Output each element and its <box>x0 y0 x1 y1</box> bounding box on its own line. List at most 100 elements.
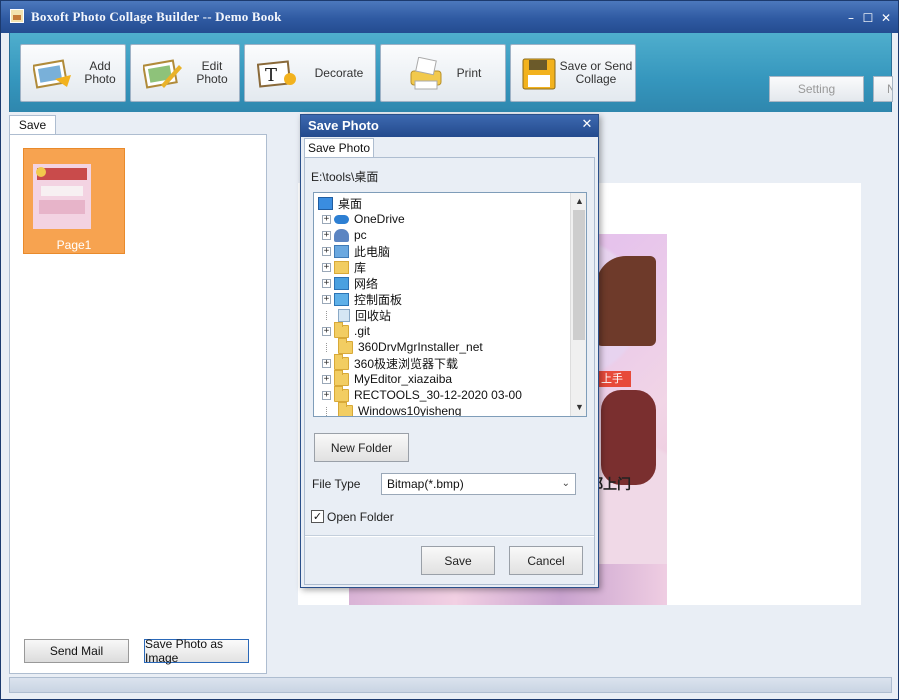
next-button[interactable]: N <box>873 76 893 102</box>
send-mail-button[interactable]: Send Mail <box>24 639 129 663</box>
expand-icon[interactable]: + <box>322 278 331 288</box>
tree-label: Windows10yisheng <box>358 404 462 417</box>
decorate-button[interactable]: T Decorate <box>244 44 376 102</box>
minimize-icon[interactable]: – <box>844 11 858 25</box>
folder-icon <box>334 385 349 402</box>
expand-icon[interactable]: + <box>322 214 331 224</box>
save-or-send-collage-button[interactable]: Save or Send Collage <box>510 44 636 102</box>
decorate-icon: T <box>257 60 296 88</box>
new-folder-button[interactable]: New Folder <box>314 433 409 462</box>
folder-icon <box>334 321 349 338</box>
computer-icon <box>334 244 349 258</box>
tree-label: 桌面 <box>338 196 363 211</box>
expand-icon[interactable]: + <box>322 358 331 368</box>
save-or-send-label: Save or Send Collage <box>559 59 633 86</box>
file-type-select[interactable]: Bitmap(*.bmp) ⌄ <box>381 473 576 495</box>
chevron-down-icon: ⌄ <box>561 478 570 489</box>
tree-label: 此电脑 <box>354 244 391 259</box>
tree-row[interactable]: 360DrvMgrInstaller_net <box>326 337 483 355</box>
user-icon <box>334 228 349 242</box>
tree-row[interactable]: + pc <box>322 227 367 243</box>
desktop-icon <box>318 196 333 210</box>
expand-icon[interactable]: + <box>322 390 331 400</box>
thumbnail-image <box>33 164 91 229</box>
tree-row[interactable]: + RECTOOLS_30-12-2020 03-00 <box>322 385 522 403</box>
file-type-value: Bitmap(*.bmp) <box>387 477 464 491</box>
tree-connector <box>326 406 335 416</box>
expand-icon[interactable]: + <box>322 230 331 240</box>
cancel-button[interactable]: Cancel <box>509 546 583 575</box>
tab-save[interactable]: Save <box>9 115 56 135</box>
tree-label: RECTOOLS_30-12-2020 03-00 <box>354 388 522 402</box>
app-icon <box>10 9 24 23</box>
tree-label: 360极速浏览器下载 <box>354 356 459 371</box>
print-label: Print <box>456 65 482 80</box>
open-folder-checkbox[interactable]: ✓ <box>311 510 324 523</box>
open-folder-label: Open Folder <box>327 510 394 524</box>
edit-photo-button[interactable]: Edit Photo <box>130 44 240 102</box>
save-button[interactable]: Save <box>421 546 495 575</box>
tree-connector <box>326 310 335 320</box>
tree-row[interactable]: + 控制面板 <box>322 291 402 307</box>
folder-icon <box>338 337 353 354</box>
svg-text:T: T <box>265 65 277 86</box>
dialog-body: E:\tools\桌面 桌面 + OneDrive + pc + 此电脑 + 库… <box>304 157 595 585</box>
tree-row[interactable]: + 网络 <box>322 275 378 291</box>
dialog-close-icon[interactable]: ✕ <box>580 118 594 132</box>
tree-label: 网络 <box>354 276 379 291</box>
tree-label: 回收站 <box>355 308 392 323</box>
window-title: Boxoft Photo Collage Builder -- Demo Boo… <box>31 9 282 24</box>
tree-label: 控制面板 <box>354 292 403 307</box>
decorate-label: Decorate <box>314 65 364 80</box>
expand-icon[interactable]: + <box>322 326 331 336</box>
edit-photo-icon <box>143 59 182 89</box>
title-bar: Boxoft Photo Collage Builder -- Demo Boo… <box>1 1 898 33</box>
print-button[interactable]: Print <box>380 44 506 102</box>
tree-row[interactable]: + 库 <box>322 259 366 275</box>
tree-label: pc <box>354 228 367 242</box>
thumbnail-caption: Page1 <box>56 238 92 252</box>
scroll-down-icon[interactable]: ▼ <box>571 399 586 415</box>
network-icon <box>334 276 349 290</box>
tree-label: .git <box>354 324 371 338</box>
photo-decoration <box>601 390 656 485</box>
tree-row[interactable]: + 此电脑 <box>322 243 390 259</box>
current-path: E:\tools\桌面 <box>311 170 379 184</box>
file-type-label: File Type <box>312 477 361 491</box>
setting-button[interactable]: Setting <box>769 76 864 102</box>
close-icon[interactable]: ✕ <box>879 11 893 25</box>
add-photo-button[interactable]: Add Photo <box>20 44 126 102</box>
expand-icon[interactable]: + <box>322 262 331 272</box>
tree-label: 库 <box>354 260 367 275</box>
expand-icon[interactable]: + <box>322 294 331 304</box>
tree-label: MyEditor_xiazaiba <box>354 372 453 386</box>
add-photo-icon <box>33 59 71 89</box>
scroll-up-icon[interactable]: ▲ <box>571 193 586 209</box>
folder-tree[interactable]: 桌面 + OneDrive + pc + 此电脑 + 库 + 网络 + 控制面板… <box>313 192 587 417</box>
tree-row[interactable]: Windows10yisheng <box>326 401 462 417</box>
recycle-bin-icon <box>338 308 350 322</box>
printer-icon <box>410 57 442 90</box>
expand-icon[interactable]: + <box>322 246 331 256</box>
photo-decoration <box>596 256 656 346</box>
tab-save-photo[interactable]: Save Photo <box>304 138 374 158</box>
folder-icon <box>334 353 349 370</box>
folder-icon <box>334 369 349 386</box>
expand-icon[interactable]: + <box>322 374 331 384</box>
maximize-icon[interactable]: ☐ <box>861 11 875 25</box>
toolbar: Add Photo Edit Photo T Decorate Print Sa… <box>9 33 893 112</box>
add-photo-label: Add Photo <box>84 59 116 86</box>
edit-photo-label: Edit Photo <box>196 59 228 86</box>
tree-row[interactable]: 桌面 <box>318 195 362 211</box>
library-icon <box>334 260 349 274</box>
thumbnail-art <box>33 164 91 229</box>
save-photo-as-image-button[interactable]: Save Photo as Image <box>144 637 249 665</box>
dialog-title: Save Photo <box>301 115 598 137</box>
control-panel-icon <box>334 292 349 306</box>
tree-row[interactable]: + OneDrive <box>322 211 405 227</box>
status-bar <box>9 677 892 693</box>
scrollbar-thumb[interactable] <box>573 210 585 340</box>
tree-connector <box>326 342 335 352</box>
tree-scrollbar[interactable]: ▲ ▼ <box>570 193 586 416</box>
page-thumbnail[interactable]: Page1 <box>23 148 125 254</box>
